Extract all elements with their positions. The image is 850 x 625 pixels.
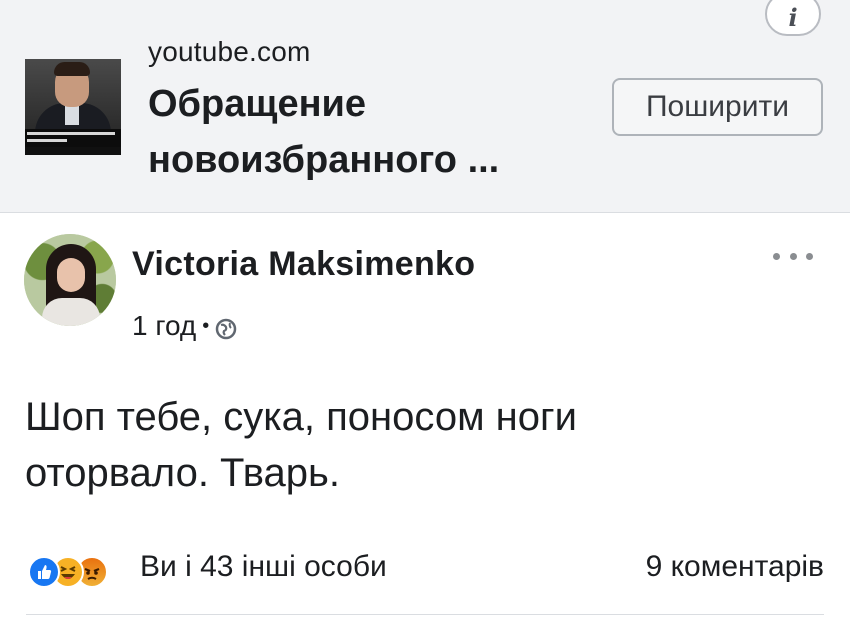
more-dots-icon[interactable] [773,248,813,264]
dot [789,252,797,260]
link-title[interactable]: Обращение новоизбранного ... [148,76,588,188]
post-meta: 1 год • [132,308,237,344]
reaction-icons[interactable] [28,552,108,592]
dot [773,252,780,260]
divider [26,614,824,615]
thumbnail-caption-bar [25,129,121,147]
like-icon [28,556,60,588]
post-text-line-2: оторвало. Тварь. [25,451,340,495]
link-domain: youtube.com [148,36,311,67]
info-icon[interactable]: i [765,0,821,36]
thumbnail-caption-line-2 [27,139,67,142]
link-preview-card[interactable]: i youtube.com Обращение новоизбранного .… [0,0,850,213]
thumbnail-hair [54,62,90,76]
avatar-body [42,298,100,326]
dot [806,252,813,260]
share-button[interactable]: Поширити [612,78,823,136]
reactions-summary[interactable]: Ви і 43 інші особи [140,550,387,584]
author-name[interactable]: Victoria Maksimenko [132,245,475,284]
globe-icon[interactable] [215,315,237,340]
post-text: Шоп тебе, сука, поносом ноги оторвало. Т… [25,389,805,501]
post-time[interactable]: 1 год [132,310,196,342]
video-thumbnail[interactable] [25,59,121,155]
comments-count[interactable]: 9 коментарів [646,550,824,584]
avatar-face [57,258,85,292]
meta-separator: • [202,314,210,337]
thumbnail-caption-line-1 [27,132,115,135]
avatar[interactable] [24,234,116,326]
post-text-line-1: Шоп тебе, сука, поносом ноги [25,395,577,439]
link-title-line-1: Обращение [148,83,367,125]
link-title-line-2: новоизбранного ... [148,139,500,181]
